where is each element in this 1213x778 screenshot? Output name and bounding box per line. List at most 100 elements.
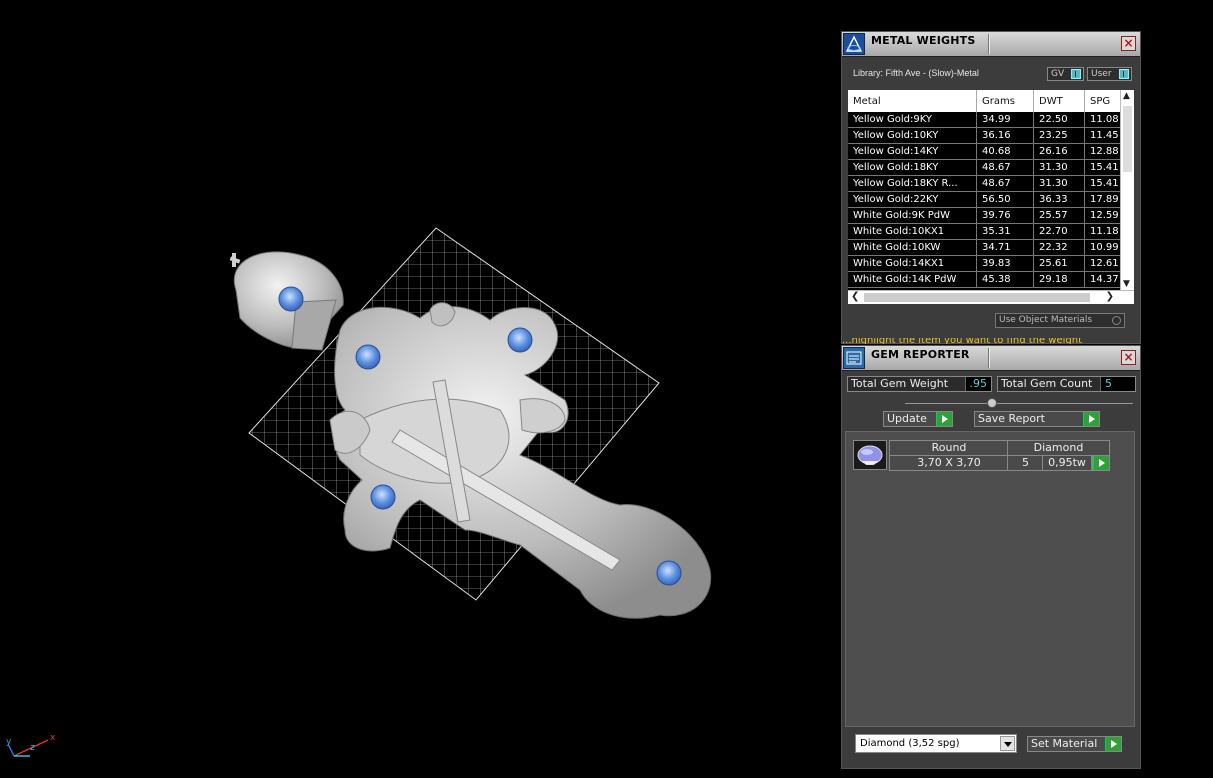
scroll-up-icon[interactable]: ▲ <box>1123 91 1130 101</box>
axis-z-label: z <box>30 743 35 753</box>
metal-weights-panel: METAL WEIGHTS × Library: Fifth Ave - (Sl… <box>841 31 1141 344</box>
update-button-label: Update <box>887 412 927 425</box>
use-object-materials-toggle[interactable]: Use Object Materials <box>995 313 1125 328</box>
gem-material: Diamond <box>1007 440 1110 456</box>
play-arrow-icon <box>1083 412 1099 426</box>
set-material-button-label: Set Material <box>1031 737 1098 750</box>
table-row[interactable]: White Gold:14K PdW 45.38 29.18 14.37 <box>848 272 1124 288</box>
close-icon[interactable]: × <box>1121 350 1136 365</box>
cell-dwt: 22.32 <box>1034 240 1085 255</box>
gem-action-button[interactable] <box>1092 455 1110 471</box>
total-gem-weight-label: Total Gem Weight <box>851 377 949 390</box>
column-header-dwt[interactable]: DWT <box>1034 90 1085 112</box>
horizontal-scrollbar[interactable]: ❮ ❯ <box>848 290 1134 304</box>
cell-dwt: 29.18 <box>1034 272 1085 287</box>
gv-toggle-label: GV <box>1051 69 1065 79</box>
cell-spg: 11.08 <box>1085 112 1124 127</box>
save-report-button[interactable]: Save Report <box>974 411 1100 427</box>
scroll-left-icon[interactable]: ❮ <box>851 291 859 302</box>
3d-viewport[interactable] <box>0 0 840 775</box>
table-row[interactable]: White Gold:14KX1 39.83 25.61 12.61 <box>848 256 1124 272</box>
cell-spg: 10.99 <box>1085 240 1124 255</box>
cell-metal: Yellow Gold:14KY <box>848 144 977 159</box>
gem-size: 3,70 X 3,70 <box>889 455 1009 471</box>
gem-shape: Round <box>889 440 1009 456</box>
table-row[interactable]: Yellow Gold:9KY 34.99 22.50 11.08 <box>848 112 1124 128</box>
cell-metal: White Gold:14KX1 <box>848 256 977 271</box>
metal-table[interactable]: Metal Grams DWT SPG Yellow Gold:9KY 34.99… <box>848 90 1124 290</box>
cell-spg: 11.18 <box>1085 224 1124 239</box>
set-material-button[interactable]: Set Material <box>1027 736 1122 752</box>
update-button[interactable]: Update <box>883 411 953 427</box>
table-row[interactable]: White Gold:10KX1 35.31 22.70 11.18 <box>848 224 1124 240</box>
scroll-right-icon[interactable]: ❯ <box>1106 291 1114 302</box>
gem-stone <box>656 560 682 586</box>
slider-knob-icon[interactable] <box>987 398 997 408</box>
panel-slider[interactable] <box>905 398 1133 408</box>
cell-dwt: 31.30 <box>1034 160 1085 175</box>
table-row[interactable]: White Gold:9K PdW 39.76 25.57 12.59 <box>848 208 1124 224</box>
save-report-button-label: Save Report <box>978 412 1045 425</box>
radio-icon <box>1112 316 1121 325</box>
metal-weights-title-bar[interactable]: METAL WEIGHTS × <box>842 32 1140 57</box>
axis-y-label: y <box>6 737 12 747</box>
cell-spg: 15.41 <box>1085 176 1124 191</box>
cell-metal: White Gold:14K PdW <box>848 272 977 287</box>
gem-list[interactable]: Round Diamond 3,70 X 3,70 5 0,95tw <box>845 431 1135 727</box>
axis-x-label: x <box>50 733 56 743</box>
table-row[interactable]: Yellow Gold:18KY 48.67 31.30 15.41 <box>848 160 1124 176</box>
cell-metal: Yellow Gold:9KY <box>848 112 977 127</box>
scroll-thumb[interactable] <box>1123 106 1132 172</box>
cell-dwt: 26.16 <box>1034 144 1085 159</box>
cell-dwt: 31.30 <box>1034 176 1085 191</box>
chevron-down-icon[interactable] <box>1000 736 1015 751</box>
total-gem-weight: Total Gem Weight .95 <box>847 376 992 392</box>
round-gem-icon <box>853 440 887 470</box>
scroll-thumb[interactable] <box>864 293 1090 302</box>
column-header-spg[interactable]: SPG <box>1085 90 1124 112</box>
cell-metal: White Gold:9K PdW <box>848 208 977 223</box>
column-header-grams[interactable]: Grams <box>977 90 1034 112</box>
total-gem-count-value: 5 <box>1100 377 1135 391</box>
table-row[interactable]: Yellow Gold:14KY 40.68 26.16 12.88 <box>848 144 1124 160</box>
cell-grams: 36.16 <box>977 128 1034 143</box>
cell-spg: 12.59 <box>1085 208 1124 223</box>
cell-metal: Yellow Gold:22KY <box>848 192 977 207</box>
material-select-value: Diamond (3,52 spg) <box>860 738 960 749</box>
gv-toggle[interactable]: GV <box>1047 67 1084 81</box>
cell-grams: 35.31 <box>977 224 1034 239</box>
cell-metal: White Gold:10KX1 <box>848 224 977 239</box>
metal-weights-icon <box>843 33 865 55</box>
table-row[interactable]: Yellow Gold:18KY R... 48.67 31.30 15.41 <box>848 176 1124 192</box>
total-gem-weight-value: .95 <box>964 377 991 391</box>
column-header-metal[interactable]: Metal <box>848 90 977 112</box>
table-row[interactable]: Yellow Gold:10KY 36.16 23.25 11.45 <box>848 128 1124 144</box>
scroll-down-icon[interactable]: ▼ <box>1123 279 1130 289</box>
cell-grams: 45.38 <box>977 272 1034 287</box>
cell-grams: 39.83 <box>977 256 1034 271</box>
gem-weight: 0,95tw <box>1042 455 1092 471</box>
close-icon[interactable]: × <box>1121 36 1136 51</box>
cell-spg: 12.61 <box>1085 256 1124 271</box>
gem-stone <box>278 286 304 312</box>
user-toggle[interactable]: User <box>1087 67 1132 81</box>
cell-spg: 15.41 <box>1085 160 1124 175</box>
cell-dwt: 22.70 <box>1034 224 1085 239</box>
table-body: Yellow Gold:9KY 34.99 22.50 11.08 Yellow Gol… <box>848 112 1124 288</box>
vertical-scrollbar[interactable]: ▲ ▼ <box>1120 90 1134 290</box>
toggle-knob-icon <box>1071 69 1081 79</box>
metal-weights-title: METAL WEIGHTS <box>871 34 976 47</box>
use-object-materials-label: Use Object Materials <box>999 315 1093 325</box>
cell-metal: White Gold:10KW <box>848 240 977 255</box>
gem-reporter-title-bar[interactable]: GEM REPORTER × <box>842 346 1140 371</box>
table-row[interactable]: White Gold:10KW 34.71 22.32 10.99 <box>848 240 1124 256</box>
cell-metal: Yellow Gold:18KY <box>848 160 977 175</box>
cell-grams: 39.76 <box>977 208 1034 223</box>
pendant-render <box>229 227 712 619</box>
cell-grams: 34.71 <box>977 240 1034 255</box>
gem-stone <box>507 327 533 353</box>
material-select[interactable]: Diamond (3,52 spg) <box>855 734 1017 753</box>
table-row[interactable]: Yellow Gold:22KY 56.50 36.33 17.89 <box>848 192 1124 208</box>
title-divider <box>988 34 990 54</box>
gem-stone <box>355 344 381 370</box>
